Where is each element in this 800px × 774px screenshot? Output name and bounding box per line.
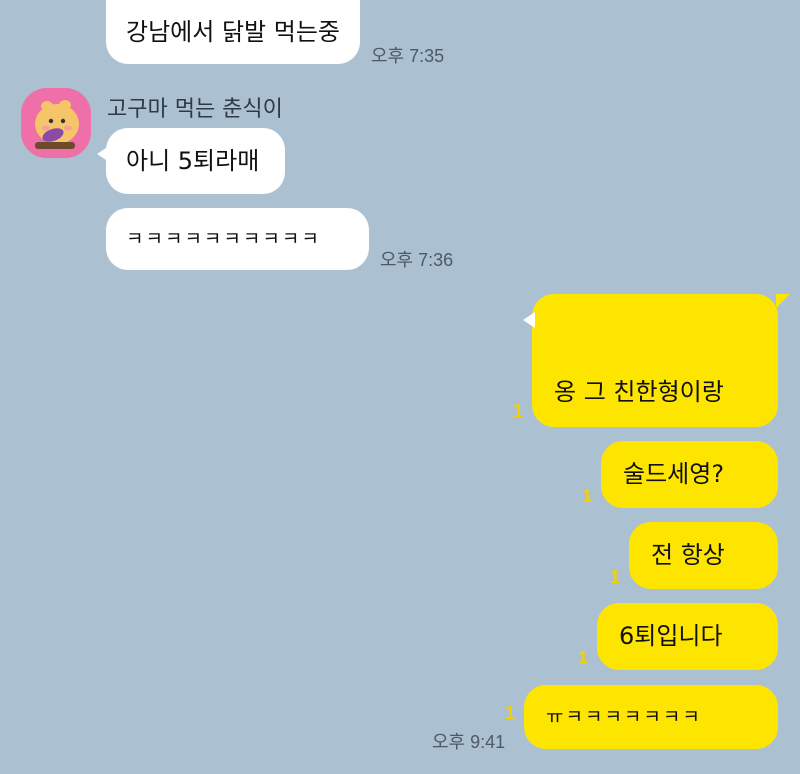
outgoing-message-bubble[interactable]: 옹 그 친한형이랑 [523,294,790,427]
unread-count: 1 [505,703,516,723]
message-text: 아니 5퇴라매 [126,146,260,175]
unread-count: 1 [578,648,589,668]
outgoing-message-bubble[interactable]: 술드세영? [601,441,778,508]
outgoing-message-bubble[interactable]: 전 항상 [629,522,778,589]
incoming-message-bubble[interactable]: 강남에서 닭발 먹는중 [106,0,360,64]
message-timestamp: 오후 7:35 [371,46,445,66]
unread-count: 1 [513,401,524,421]
incoming-message-bubble[interactable]: 아니 5퇴라매 [97,128,285,194]
message-text: 6퇴입니다 [619,622,723,651]
message-text: 옹 그 친한형이랑 [554,378,724,407]
message-text: ㅠㅋㅋㅋㅋㅋㅋㅋ [546,705,702,728]
message-timestamp: 오후 9:41 [432,732,506,752]
unread-count: 1 [610,567,621,587]
sender-name: 고구마 먹는 춘식이 [107,97,283,122]
outgoing-message-bubble[interactable]: ㅠㅋㅋㅋㅋㅋㅋㅋ [524,685,778,749]
unread-count: 1 [582,486,593,506]
message-timestamp: 오후 7:36 [380,250,454,270]
outgoing-message-bubble[interactable]: 6퇴입니다 [597,603,778,670]
avatar-illustration [21,88,91,158]
message-text: ㅋㅋㅋㅋㅋㅋㅋㅋㅋㅋ [126,227,321,250]
incoming-message-bubble[interactable]: ㅋㅋㅋㅋㅋㅋㅋㅋㅋㅋ [106,208,369,270]
message-text: 강남에서 닭발 먹는중 [126,17,340,46]
chat-room: 강남에서 닭발 먹는중 오후 7:35 고구마 먹는 춘식이 아니 5퇴라매 ㅋ… [0,0,800,774]
chunsik-sweet-potato-avatar-icon[interactable] [21,88,91,158]
message-text: 술드세영? [623,460,725,489]
message-text: 전 항상 [651,541,725,570]
